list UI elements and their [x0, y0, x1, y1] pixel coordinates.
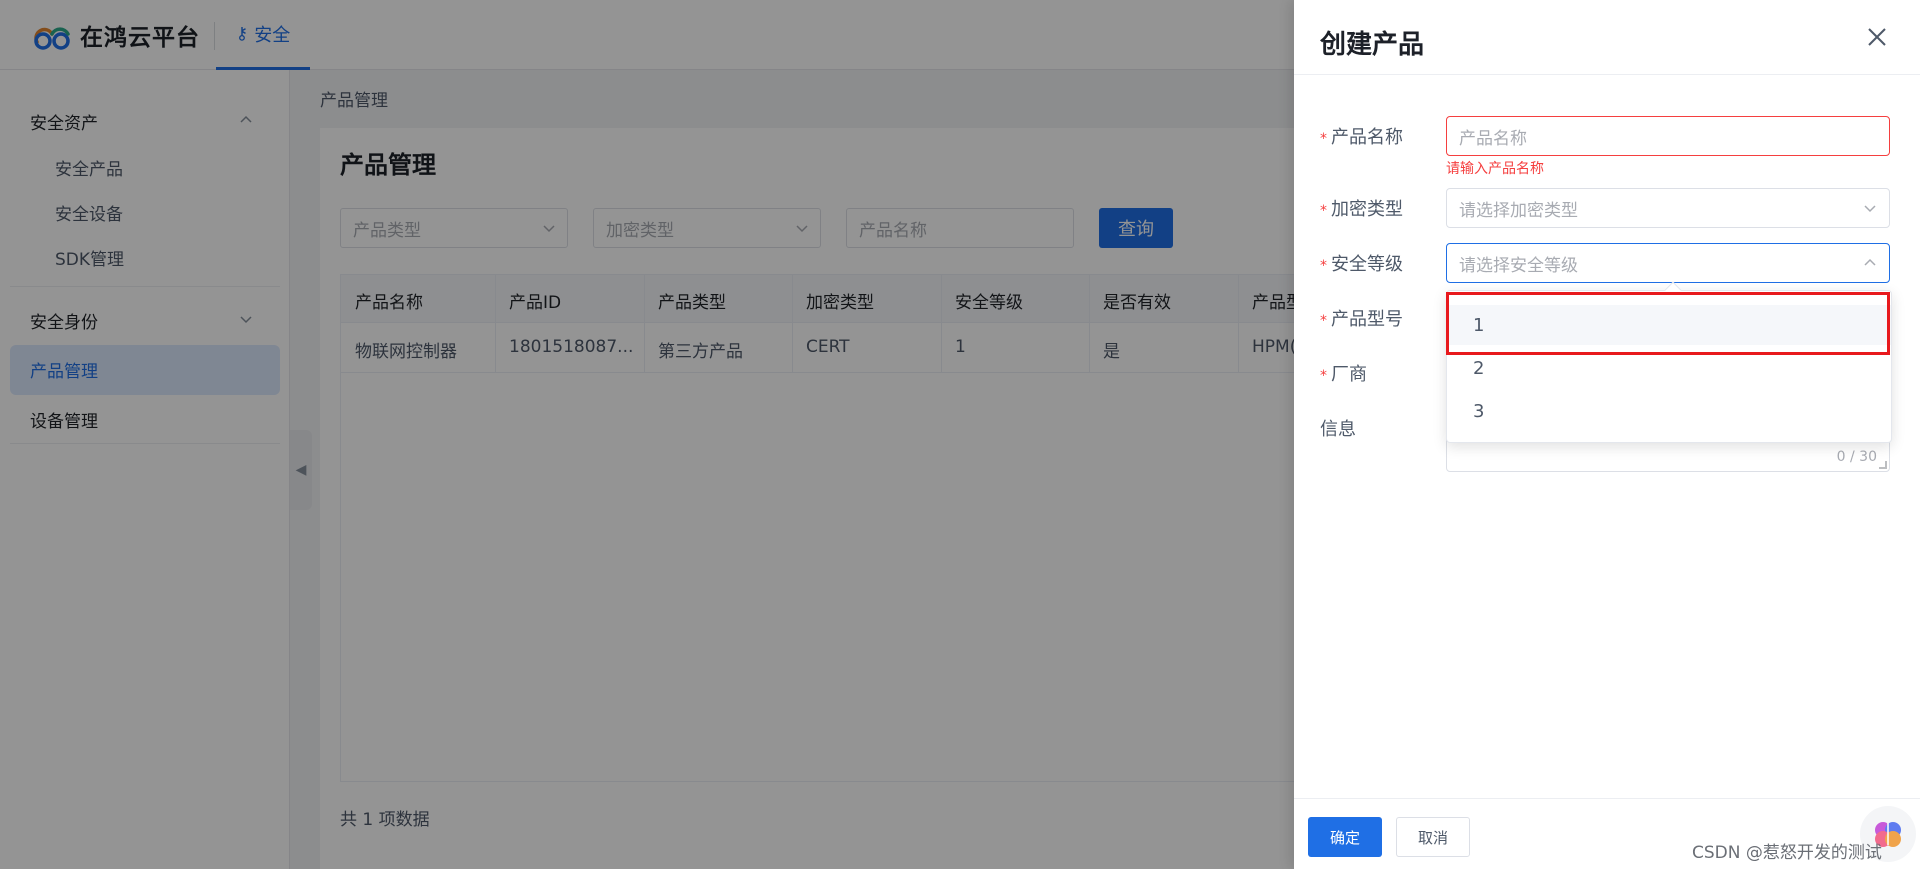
info-label: 信息 [1320, 419, 1356, 440]
watermark: CSDN @惹怒开发的测试 [1692, 843, 1882, 863]
create-product-drawer: 创建产品 * 产品名称 产品名称 请输入产品名称 * 加密类型 请选择加密类型 * 安… [1294, 0, 1920, 869]
product-model-label: * 产品型号 [1320, 309, 1403, 330]
resize-handle-icon[interactable] [1879, 461, 1887, 469]
product-name-error: 请输入产品名称 [1446, 161, 1544, 177]
encrypt-type-label: * 加密类型 [1320, 199, 1403, 220]
confirm-button[interactable]: 确定 [1308, 817, 1382, 857]
annotation-highlight-box [1446, 292, 1890, 355]
encrypt-type-field-placeholder: 请选择加密类型 [1459, 200, 1578, 221]
security-level-select[interactable]: 请选择安全等级 [1446, 243, 1890, 283]
required-mark: * [1320, 368, 1327, 384]
close-icon[interactable] [1864, 24, 1890, 50]
security-level-label: * 安全等级 [1320, 254, 1403, 275]
required-mark: * [1320, 203, 1327, 219]
modal-overlay[interactable] [0, 0, 1294, 869]
required-mark: * [1320, 131, 1327, 147]
security-level-option-3[interactable]: 3 [1447, 391, 1891, 431]
vendor-label: * 厂商 [1320, 364, 1367, 385]
product-name-input-placeholder: 产品名称 [1459, 128, 1527, 149]
required-mark: * [1320, 258, 1327, 274]
security-level-placeholder: 请选择安全等级 [1459, 255, 1578, 276]
chevron-down-icon [1864, 205, 1876, 213]
encrypt-type-field[interactable]: 请选择加密类型 [1446, 188, 1890, 228]
drawer-footer-divider [1294, 798, 1920, 799]
drawer-title: 创建产品 [1320, 30, 1425, 60]
chevron-up-icon [1864, 258, 1876, 266]
cancel-button[interactable]: 取消 [1396, 817, 1470, 857]
product-name-input[interactable]: 产品名称 [1446, 116, 1890, 156]
product-name-label: * 产品名称 [1320, 127, 1403, 148]
drawer-header-divider [1294, 74, 1920, 75]
char-counter: 0 / 30 [1836, 449, 1877, 465]
required-mark: * [1320, 313, 1327, 329]
